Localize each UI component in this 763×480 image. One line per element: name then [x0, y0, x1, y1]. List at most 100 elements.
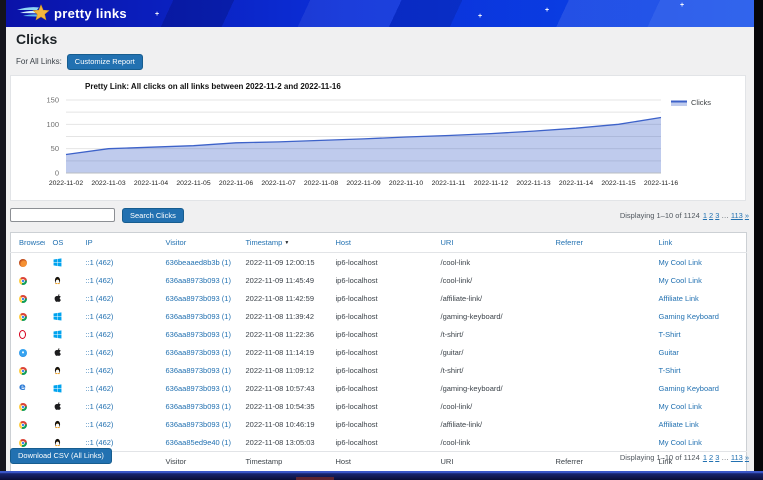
sparkle-icon: + — [155, 11, 159, 18]
safari-icon — [19, 349, 27, 357]
svg-text:2022-11-05: 2022-11-05 — [176, 180, 210, 187]
ip-link[interactable]: ::1 (462) — [86, 402, 114, 411]
pretty-link-link[interactable]: My Cool Link — [659, 258, 702, 267]
visitor-link[interactable]: 636aa85ed9e40 (1) — [166, 438, 231, 447]
os-cell — [45, 325, 78, 343]
ip-link[interactable]: ::1 (462) — [86, 438, 114, 447]
ip-link[interactable]: ::1 (462) — [86, 294, 114, 303]
pretty-link-link[interactable]: My Cool Link — [659, 276, 702, 285]
table-row: ::1 (462) 636aa8973b093 (1) 2022-11-09 1… — [11, 271, 747, 289]
browser-cell — [11, 271, 45, 289]
host-cell: ip6-localhost — [328, 325, 433, 343]
clicks-area-chart: 0501001502022-11-022022-11-032022-11-042… — [11, 76, 745, 200]
timestamp-cell: 2022-11-09 11:45:49 — [238, 271, 328, 289]
pretty-link-link[interactable]: T-Shirt — [659, 366, 681, 375]
column-header-link[interactable]: Link — [651, 233, 747, 253]
last-page-link[interactable]: 113 — [731, 211, 743, 220]
pretty-link-link[interactable]: Gaming Keyboard — [659, 384, 719, 393]
search-clicks-button[interactable]: Search Clicks — [122, 208, 184, 223]
visitor-cell: 636aa8973b093 (1) — [158, 397, 238, 415]
visitor-link[interactable]: 636aa8973b093 (1) — [166, 366, 231, 375]
displaying-text: Displaying 1–10 of 1124 — [620, 211, 700, 220]
ip-cell: ::1 (462) — [78, 289, 158, 307]
pagination-links: 123…113» — [702, 453, 750, 462]
ip-link[interactable]: ::1 (462) — [86, 366, 114, 375]
page-link[interactable]: 3 — [715, 211, 719, 220]
os-cell — [45, 253, 78, 272]
svg-text:2022-11-16: 2022-11-16 — [644, 180, 678, 187]
referrer-cell — [548, 271, 651, 289]
pretty-link-link[interactable]: Guitar — [659, 348, 679, 357]
ip-link[interactable]: ::1 (462) — [86, 348, 114, 357]
chrome-icon — [19, 403, 27, 411]
last-page-link[interactable]: 113 — [731, 453, 743, 462]
browser-cell — [11, 307, 45, 325]
column-header-referrer[interactable]: Referrer — [548, 233, 651, 253]
ip-link[interactable]: ::1 (462) — [86, 258, 114, 267]
ip-cell: ::1 (462) — [78, 271, 158, 289]
browser-cell — [11, 415, 45, 433]
link-cell: Affiliate Link — [651, 415, 747, 433]
page-link[interactable]: 1 — [703, 453, 707, 462]
next-page-link[interactable]: » — [745, 211, 749, 220]
search-input[interactable] — [10, 208, 115, 222]
timestamp-cell: 2022-11-08 10:57:43 — [238, 379, 328, 397]
download-csv-button[interactable]: Download CSV (All Links) — [10, 448, 112, 464]
pretty-link-link[interactable]: My Cool Link — [659, 402, 702, 411]
visitor-link[interactable]: 636aa8973b093 (1) — [166, 276, 231, 285]
customize-report-button[interactable]: Customize Report — [67, 54, 143, 70]
page-link[interactable]: 2 — [709, 453, 713, 462]
visitor-cell: 636aa8973b093 (1) — [158, 361, 238, 379]
column-header-visitor[interactable]: Visitor — [158, 233, 238, 253]
visitor-link[interactable]: 636beaaed8b3b (1) — [166, 258, 231, 267]
ip-link[interactable]: ::1 (462) — [86, 384, 114, 393]
clicks-table: BrowserOSIPVisitorTimestamp▼HostURIRefer… — [10, 232, 747, 471]
column-header-host[interactable]: Host — [328, 233, 433, 253]
column-header-uri[interactable]: URI — [433, 233, 548, 253]
page-link[interactable]: 3 — [715, 453, 719, 462]
page-link[interactable]: 1 — [703, 211, 707, 220]
visitor-link[interactable]: 636aa8973b093 (1) — [166, 402, 231, 411]
visitor-link[interactable]: 636aa8973b093 (1) — [166, 348, 231, 357]
ip-link[interactable]: ::1 (462) — [86, 312, 114, 321]
svg-text:50: 50 — [51, 144, 59, 153]
column-header-timestamp[interactable]: Timestamp▼ — [238, 233, 328, 253]
column-header-ip[interactable]: IP — [78, 233, 158, 253]
bottom-window-bar — [0, 471, 763, 480]
svg-text:150: 150 — [46, 96, 59, 105]
pretty-link-link[interactable]: My Cool Link — [659, 438, 702, 447]
uri-cell: /t-shirt/ — [433, 361, 548, 379]
ip-link[interactable]: ::1 (462) — [86, 420, 114, 429]
visitor-cell: 636aa8973b093 (1) — [158, 343, 238, 361]
link-cell: Gaming Keyboard — [651, 379, 747, 397]
svg-text:2022-11-13: 2022-11-13 — [516, 180, 550, 187]
ip-link[interactable]: ::1 (462) — [86, 276, 114, 285]
host-cell: ip6-localhost — [328, 379, 433, 397]
svg-text:100: 100 — [46, 120, 59, 129]
visitor-link[interactable]: 636aa8973b093 (1) — [166, 312, 231, 321]
column-header-os[interactable]: OS — [45, 233, 78, 253]
pretty-link-link[interactable]: Gaming Keyboard — [659, 312, 719, 321]
next-page-link[interactable]: » — [745, 453, 749, 462]
table-row: ::1 (462) 636aa8973b093 (1) 2022-11-08 1… — [11, 397, 747, 415]
report-controls-row: For All Links: Customize Report — [16, 54, 143, 70]
visitor-link[interactable]: 636aa8973b093 (1) — [166, 330, 231, 339]
visitor-link[interactable]: 636aa8973b093 (1) — [166, 420, 231, 429]
column-header-browser[interactable]: Browser — [11, 233, 45, 253]
uri-cell: /affiliate-link/ — [433, 289, 548, 307]
referrer-cell — [548, 415, 651, 433]
ip-link[interactable]: ::1 (462) — [86, 330, 114, 339]
screenshot-stage: pretty links + + + + Clicks For All Link… — [0, 0, 763, 480]
pretty-link-link[interactable]: Affiliate Link — [659, 420, 699, 429]
pretty-link-link[interactable]: Affiliate Link — [659, 294, 699, 303]
svg-text:2022-11-04: 2022-11-04 — [134, 180, 168, 187]
visitor-link[interactable]: 636aa8973b093 (1) — [166, 294, 231, 303]
pretty-link-link[interactable]: T-Shirt — [659, 330, 681, 339]
pagination-bottom: Displaying 1–10 of 1124 123…113» — [620, 453, 750, 462]
uri-cell: /cool-link — [433, 253, 548, 272]
host-cell: ip6-localhost — [328, 415, 433, 433]
apple-icon — [53, 347, 62, 357]
page-link[interactable]: 2 — [709, 211, 713, 220]
visitor-link[interactable]: 636aa8973b093 (1) — [166, 384, 231, 393]
chrome-icon — [19, 439, 27, 447]
